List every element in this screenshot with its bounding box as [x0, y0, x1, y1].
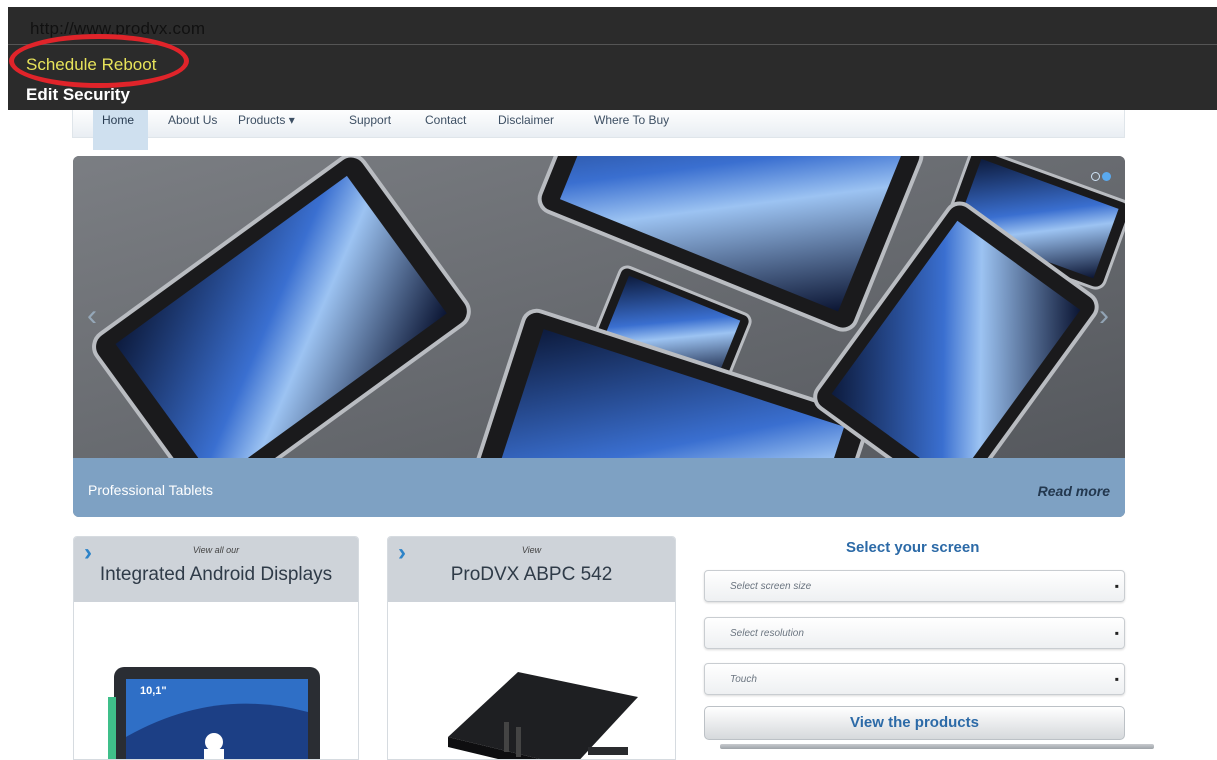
nav-item-where-to-buy[interactable]: Where To Buy — [594, 113, 669, 127]
nav-item-home-label: Home — [102, 113, 135, 127]
read-more-link[interactable]: Read more — [1038, 483, 1110, 499]
slider-next-icon[interactable]: › — [1099, 299, 1109, 333]
hero-slider[interactable]: ‹ › Professional Tablets Read more — [73, 156, 1125, 517]
menu-divider — [8, 44, 1217, 45]
divider — [720, 744, 1154, 749]
product-card-abpc-542[interactable]: › View ProDVX ABPC 542 — [387, 536, 676, 760]
slider-prev-icon[interactable]: ‹ — [87, 299, 97, 333]
highlight-circle — [9, 34, 189, 88]
abpc-box-image — [448, 672, 638, 759]
view-products-button[interactable]: View the products — [704, 706, 1125, 740]
hero-caption-bar: Professional Tablets Read more — [73, 458, 1125, 517]
nav-item-disclaimer[interactable]: Disclaimer — [498, 113, 554, 127]
dropdown-caret-icon: ▪ — [1114, 626, 1119, 640]
hero-caption: Professional Tablets — [88, 482, 214, 498]
main-nav: Home About Us Products ▾ Support Contact… — [72, 108, 1125, 150]
slider-pagination — [1089, 168, 1111, 186]
menu-item-edit-security[interactable]: Edit Security — [26, 85, 130, 105]
android-display-image — [108, 667, 320, 759]
slider-dot-2[interactable] — [1102, 172, 1111, 181]
resolution-select[interactable]: Select resolution ▪ — [704, 617, 1125, 649]
slider-dot-1[interactable] — [1091, 172, 1100, 181]
browser-screenshot: { "browser": { "url": "http://www.prodvx… — [0, 0, 1217, 760]
select-label: Select resolution — [730, 628, 804, 639]
nav-item-home[interactable]: Home — [93, 108, 148, 150]
product-card-android-displays[interactable]: › View all our Integrated Android Displa… — [73, 536, 359, 760]
select-label: Select screen size — [730, 581, 812, 592]
touch-select[interactable]: Touch ▪ — [704, 663, 1125, 695]
nav-item-about-us[interactable]: About Us — [168, 113, 217, 127]
dropdown-caret-icon: ▪ — [1114, 672, 1119, 686]
select-label: Touch — [730, 674, 757, 685]
context-menu-overlay: http://www.prodvx.com Schedule Reboot Ed… — [8, 7, 1217, 110]
nav-item-support[interactable]: Support — [349, 113, 391, 127]
dropdown-caret-icon: ▪ — [1114, 579, 1119, 593]
tablets-illustration — [73, 156, 1125, 458]
view-products-label: View the products — [850, 714, 979, 731]
screen-size-label: 10,1" — [140, 685, 167, 697]
screen-size-select[interactable]: Select screen size ▪ — [704, 570, 1125, 602]
nav-item-products[interactable]: Products ▾ — [238, 113, 295, 127]
select-screen-title: Select your screen — [846, 539, 980, 556]
nav-item-contact[interactable]: Contact — [425, 113, 466, 127]
